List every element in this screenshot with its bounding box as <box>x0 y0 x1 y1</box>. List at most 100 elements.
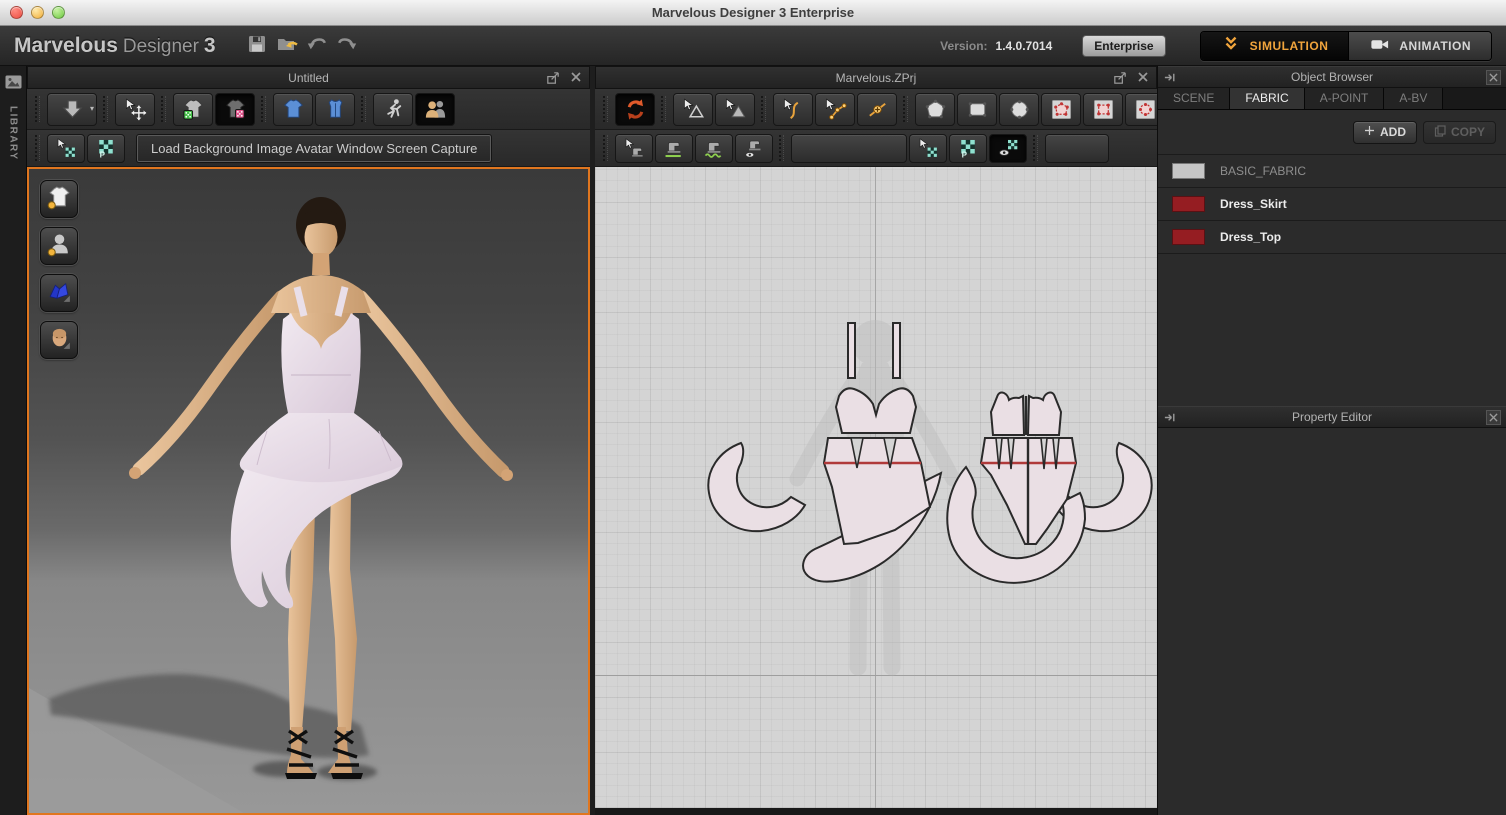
fabric-swatch[interactable] <box>1172 229 1205 245</box>
cursor-triangle-button[interactable] <box>673 93 713 126</box>
pattern-texture-button[interactable]: P <box>949 134 987 163</box>
object-browser-header[interactable]: Object Browser <box>1158 66 1506 88</box>
tab-fabric[interactable]: FABRIC <box>1230 88 1304 109</box>
show-head-button[interactable] <box>40 321 78 359</box>
pattern-back-bodice[interactable] <box>991 393 1061 436</box>
people-button[interactable] <box>415 93 455 126</box>
plus-icon <box>1364 125 1375 139</box>
close-icon[interactable] <box>569 70 583 86</box>
collapse-arrow-icon[interactable] <box>1163 70 1178 88</box>
logo-marvelous: Marvelous <box>14 34 118 58</box>
rectangle-tool-button[interactable] <box>957 93 997 126</box>
dropdown-caret-icon[interactable]: ▾ <box>90 104 94 113</box>
running-person-button[interactable] <box>373 93 413 126</box>
free-sewing-button[interactable] <box>695 134 733 163</box>
fabric-swatch[interactable] <box>1172 196 1205 212</box>
toolbar-group: > <box>603 134 773 163</box>
toolbar-group: P <box>35 134 125 163</box>
save-icon <box>245 32 269 59</box>
close-window-button[interactable] <box>10 6 23 19</box>
open-button[interactable] <box>272 32 302 60</box>
save-button[interactable] <box>242 32 272 60</box>
cursor-sewing-button[interactable] <box>615 134 653 163</box>
close-icon[interactable] <box>1486 70 1501 85</box>
group-grip-handle[interactable] <box>603 135 608 161</box>
pattern-pieces[interactable] <box>708 323 1151 583</box>
group-grip-handle[interactable] <box>161 96 166 122</box>
group-grip-handle[interactable] <box>103 96 108 122</box>
undo-button[interactable] <box>302 32 332 60</box>
cursor-texture-button[interactable] <box>909 134 947 163</box>
shirt-green-dice-button[interactable] <box>173 93 213 126</box>
blank-wide-button[interactable] <box>791 134 907 163</box>
group-grip-handle[interactable] <box>761 96 766 122</box>
cursor-curve-points-button[interactable] <box>815 93 855 126</box>
fabric-swatch[interactable] <box>1172 163 1205 179</box>
sync-button[interactable] <box>615 93 655 126</box>
internal-polygon-button[interactable] <box>1041 93 1081 126</box>
fabric-row-basic-fabric[interactable]: BASIC_FABRIC <box>1158 155 1506 188</box>
copy-icon <box>1434 125 1446 140</box>
show-cloth-button[interactable] <box>40 274 78 312</box>
group-grip-handle[interactable] <box>661 96 666 122</box>
shirt-pink-dice-button[interactable] <box>215 93 255 126</box>
cursor-triangle-filled-button[interactable] <box>715 93 755 126</box>
add-point-button[interactable] <box>857 93 897 126</box>
simulation-mode-button[interactable]: SIMULATION <box>1201 32 1349 60</box>
logo-3: 3 <box>204 34 216 58</box>
tab-a-bv[interactable]: A-BV <box>1384 88 1443 109</box>
titlebar: Marvelous Designer 3 Enterprise <box>0 0 1506 26</box>
viewport-3d[interactable] <box>27 167 590 815</box>
segment-sewing-button[interactable]: > <box>655 134 693 163</box>
close-icon[interactable] <box>1136 70 1150 86</box>
popout-icon[interactable] <box>545 70 561 86</box>
add-fabric-button[interactable]: ADD <box>1353 121 1417 144</box>
show-texture-button[interactable] <box>989 134 1027 163</box>
toolbar-group <box>103 93 155 126</box>
fabric-row-dress-skirt[interactable]: Dress_Skirt <box>1158 188 1506 221</box>
pattern-strap-right <box>893 323 900 378</box>
fabric-row-dress-top[interactable]: Dress_Top <box>1158 221 1506 254</box>
circle-tool-button[interactable] <box>999 93 1039 126</box>
copy-fabric-button[interactable]: COPY <box>1423 121 1496 144</box>
animation-mode-button[interactable]: ANIMATION <box>1348 32 1491 60</box>
panel-3d-header[interactable]: Untitled <box>27 66 590 89</box>
cursor-move-button[interactable] <box>115 93 155 126</box>
group-grip-handle[interactable] <box>903 96 908 122</box>
panel-2d-header[interactable]: Marvelous.ZPrj <box>595 66 1157 89</box>
viewport-3d-panel: Untitled ▾ P Load Background Image Avata… <box>27 66 590 815</box>
avatar-neck <box>312 253 330 275</box>
popout-icon[interactable] <box>1112 70 1128 86</box>
pattern-texture-button[interactable]: P <box>87 134 125 163</box>
collapse-arrow-icon[interactable] <box>1163 410 1178 428</box>
group-grip-handle[interactable] <box>1033 135 1038 161</box>
zoom-window-button[interactable] <box>52 6 65 19</box>
group-grip-handle[interactable] <box>603 96 608 122</box>
close-icon[interactable] <box>1486 410 1501 425</box>
polygon-tool-button[interactable] <box>915 93 955 126</box>
group-grip-handle[interactable] <box>779 135 784 161</box>
group-grip-handle[interactable] <box>261 96 266 122</box>
background-image-tip[interactable]: Load Background Image Avatar Window Scre… <box>137 135 491 162</box>
viewport-2d[interactable] <box>595 167 1157 808</box>
tab-scene[interactable]: SCENE <box>1158 88 1230 109</box>
property-editor-header[interactable]: Property Editor <box>1158 406 1506 428</box>
library-tab[interactable]: LIBRARY <box>0 66 27 815</box>
cursor-curve-button[interactable] <box>773 93 813 126</box>
group-grip-handle[interactable] <box>35 135 40 161</box>
group-grip-handle[interactable] <box>35 96 40 122</box>
simulate-arrow-button[interactable]: ▾ <box>47 93 97 126</box>
blue-vest-button[interactable] <box>315 93 355 126</box>
show-avatar-button[interactable] <box>40 227 78 265</box>
cursor-texture-button[interactable] <box>47 134 85 163</box>
show-sewing-button[interactable] <box>735 134 773 163</box>
tab-a-point[interactable]: A-POINT <box>1305 88 1385 109</box>
enterprise-badge[interactable]: Enterprise <box>1082 35 1165 57</box>
show-garment-button[interactable] <box>40 180 78 218</box>
internal-rectangle-button[interactable] <box>1083 93 1123 126</box>
minimize-window-button[interactable] <box>31 6 44 19</box>
blue-shirt-button[interactable] <box>273 93 313 126</box>
redo-button[interactable] <box>332 32 362 60</box>
group-grip-handle[interactable] <box>361 96 366 122</box>
blank-wide-button[interactable] <box>1045 134 1109 163</box>
